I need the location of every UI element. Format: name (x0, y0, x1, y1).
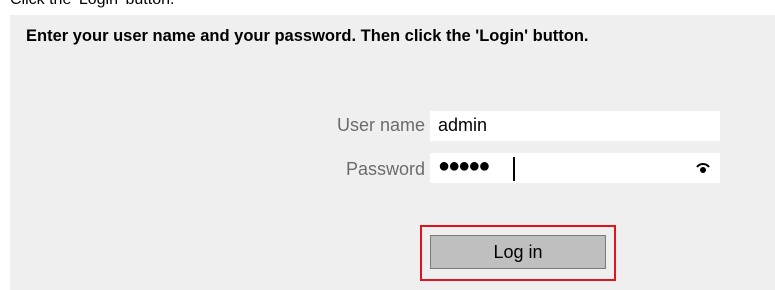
login-button[interactable]: Log in (430, 235, 606, 269)
clipped-instruction-fragment: Click the 'Login' button. (10, 0, 174, 9)
login-instruction: Enter your user name and your password. … (26, 27, 589, 45)
username-label: User name (336, 115, 425, 135)
username-value: admin (438, 115, 488, 135)
password-label: Password (345, 159, 425, 179)
password-input[interactable]: ●●●●● (430, 153, 720, 183)
login-page: Click the 'Login' button. Enter your use… (0, 0, 775, 290)
password-mask: ●●●●● (438, 155, 490, 177)
eye-icon[interactable] (696, 162, 710, 174)
username-input[interactable]: admin (430, 111, 720, 141)
login-button-highlight: Log in (420, 225, 616, 281)
login-panel: Enter your user name and your password. … (10, 15, 775, 290)
text-caret (513, 157, 515, 181)
